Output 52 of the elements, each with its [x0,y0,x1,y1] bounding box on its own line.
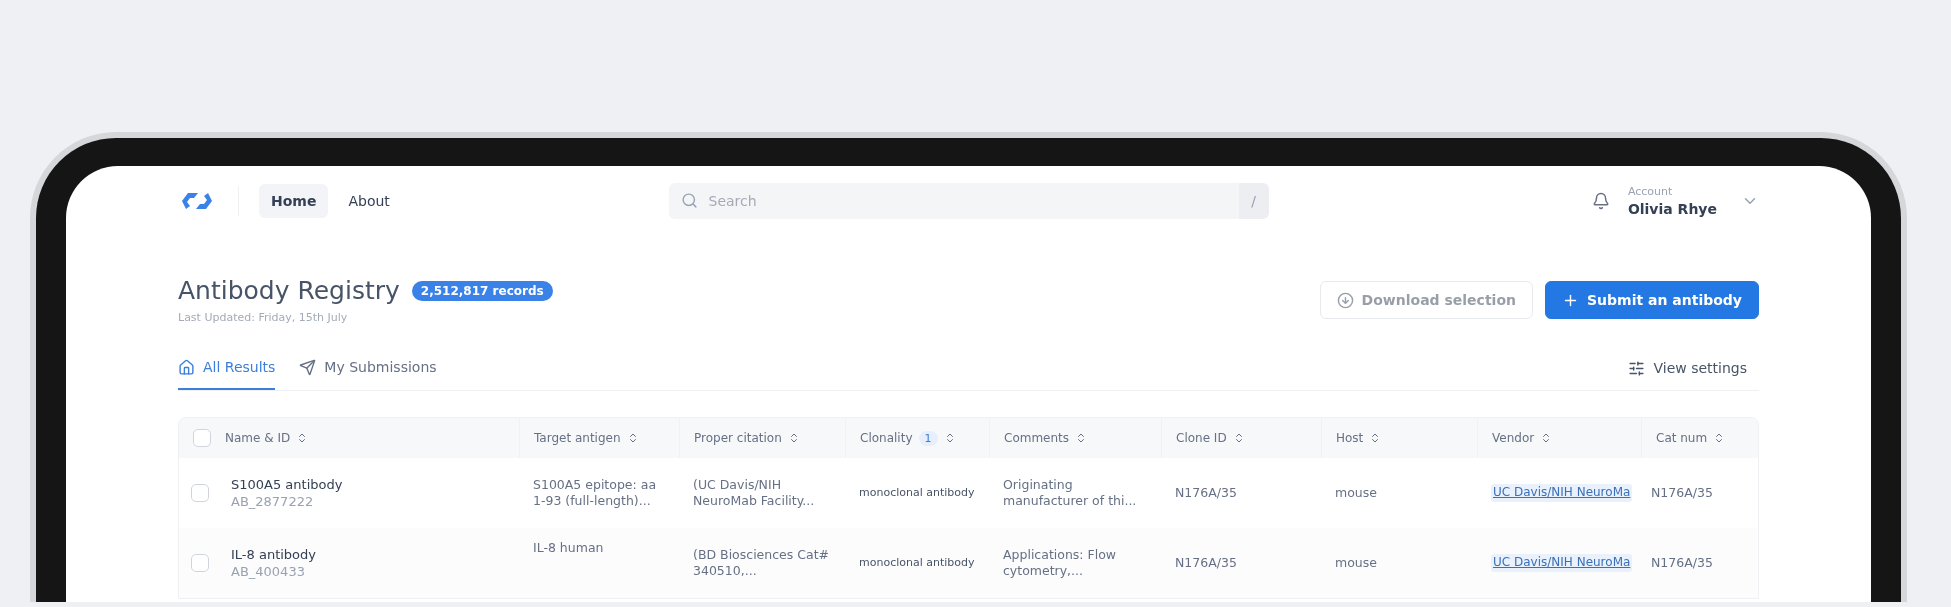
records-badge: 2,512,817 records [411,280,553,301]
table-cell: IL-8 human [533,540,604,557]
antibody-id: AB_400433 [231,564,306,579]
submit-button[interactable]: Submit an antibody [1545,281,1759,319]
table-cell-text: Originating manufacturer of thi... [1003,476,1138,510]
antibody-name[interactable]: IL-8 antibody [231,547,316,562]
checkbox[interactable] [193,429,211,447]
filter-count: 1 [918,430,938,446]
send-icon [299,358,317,376]
table-cell: mouse [1335,484,1377,502]
column-header[interactable]: Vendor [1492,431,1535,445]
sliders-icon [1628,359,1646,377]
nav-link[interactable]: Home [259,184,329,218]
nav-link[interactable]: About [336,184,402,218]
search-icon [680,192,698,209]
clonality-tag: monoclonal antibody [859,555,975,571]
tab[interactable]: All Results [178,346,276,390]
account-label: Account [1627,185,1674,198]
page-title: Antibody Registry [178,276,400,305]
table-cell: N176A/35 [1175,554,1237,572]
column-header[interactable]: Cat num [1656,431,1708,445]
table-cell: (BD Biosciences Cat# 340510,... [693,546,831,580]
download-icon [1336,291,1354,309]
table-cell: N176A/35 [1651,484,1713,502]
clonality-tag: monoclonal antibody [859,485,975,501]
shortcut-key: / [1238,183,1269,219]
vendor-link[interactable]: UC Davis/NIH NeuroMa [1491,554,1633,572]
checkbox[interactable] [191,484,209,502]
view-settings-button[interactable]: View settings [1628,346,1759,390]
table-cell-text: S100A5 epitope: aa 1-93 (full-length)... [533,476,658,510]
antibody-name[interactable]: S100A5 antibody [231,477,343,492]
search-field[interactable]: Search [668,183,1239,219]
table-cell: mouse [1335,554,1377,572]
account-name[interactable]: Olivia Rhye [1627,201,1717,217]
column-header[interactable]: Comments [1004,431,1070,445]
column-header[interactable]: Host [1336,431,1364,445]
table-cell-text: (UC Davis/NIH NeuroMab Facility... [693,476,816,510]
table-cell: N176A/35 [1175,484,1237,502]
column-header[interactable]: Name & ID [225,431,291,445]
last-updated-text: Last Updated: Friday, 15th July [178,311,349,324]
column-header[interactable]: Target antigen [534,431,621,445]
checkbox[interactable] [191,554,209,572]
column-header[interactable]: Clone ID [1176,431,1227,445]
antibody-id: AB_2877222 [231,494,315,509]
home-icon [178,358,195,376]
table-cell: N176A/35 [1651,554,1713,572]
table-cell-text: Applications: Flow cytometry,... [1003,546,1118,580]
bell-icon[interactable] [1591,192,1610,210]
column-header[interactable]: Clonality [860,431,913,445]
vendor-link[interactable]: UC Davis/NIH NeuroMa [1491,484,1633,502]
column-header[interactable]: Proper citation [694,431,782,445]
tab[interactable]: My Submissions [299,346,437,390]
